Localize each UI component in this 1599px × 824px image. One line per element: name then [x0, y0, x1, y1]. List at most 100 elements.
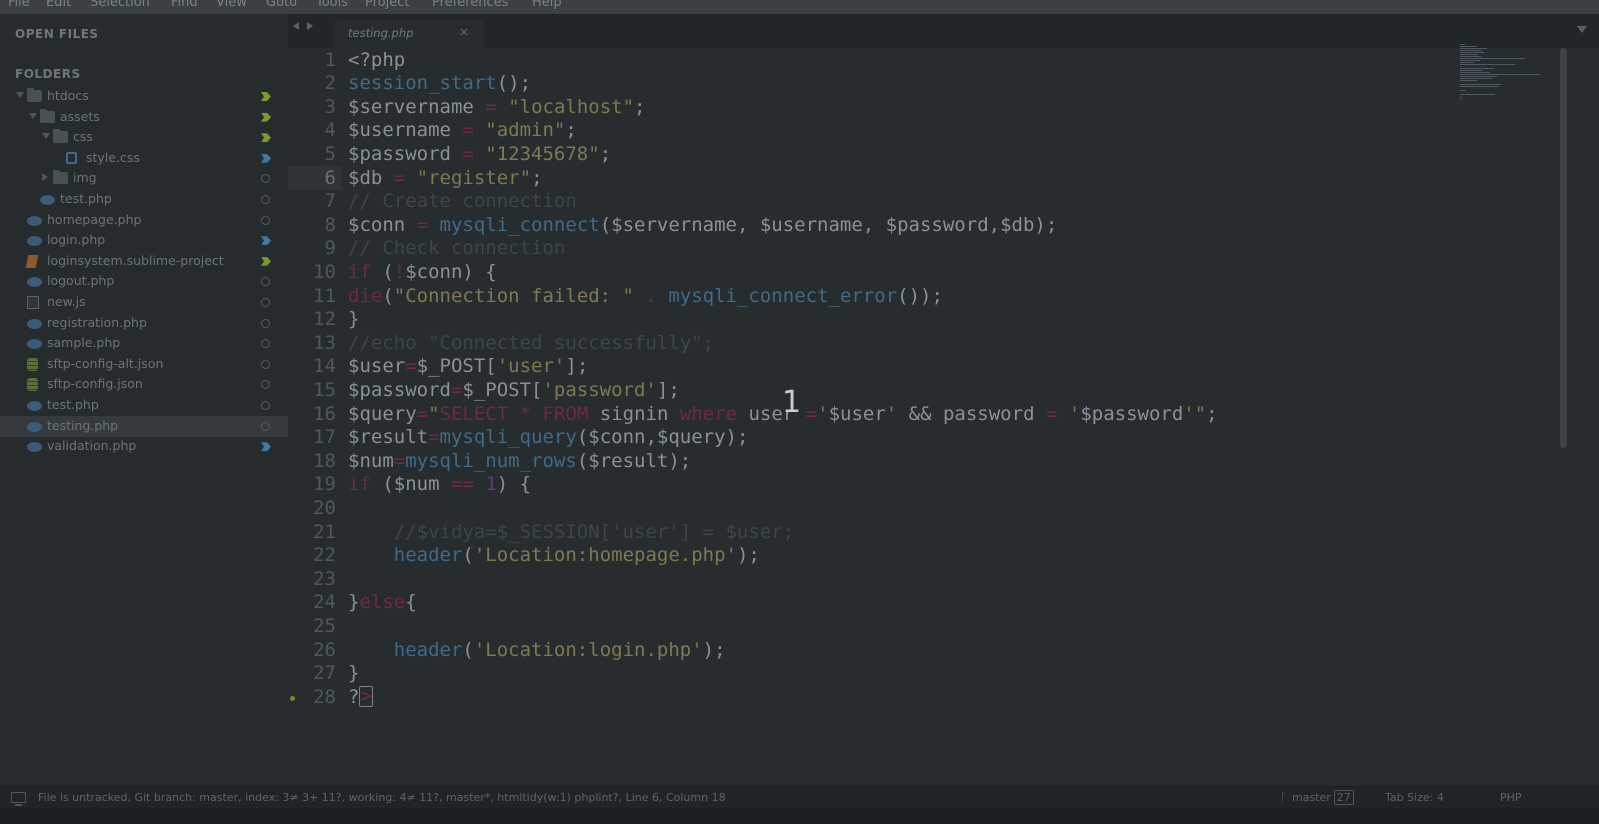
git-status-icon: [261, 401, 270, 410]
line-number[interactable]: 8: [288, 214, 336, 238]
minimap[interactable]: [1457, 44, 1557, 104]
sidebar-item-sftp-config-json[interactable]: sftp-config.json: [0, 374, 288, 395]
sidebar-item-registration-php[interactable]: registration.php: [0, 313, 288, 334]
sidebar-item-assets[interactable]: assets: [0, 107, 288, 128]
line-number[interactable]: 13: [288, 332, 336, 356]
sidebar-item-testing-php[interactable]: testing.php: [0, 415, 288, 437]
line-number[interactable]: 1: [288, 49, 336, 73]
code-line[interactable]: $password = "12345678";: [348, 143, 611, 167]
code-line[interactable]: //echo "Connected successfully";: [348, 332, 714, 356]
code-line[interactable]: $conn = mysqli_connect($servername, $use…: [348, 214, 1057, 238]
line-number[interactable]: 5: [288, 143, 336, 167]
code-line[interactable]: header('Location:login.php');: [348, 639, 726, 663]
sidebar-item-logout-php[interactable]: logout.php: [0, 271, 288, 292]
code-line[interactable]: $result=mysqli_query($conn,$query);: [348, 426, 748, 450]
menu-find[interactable]: Find: [171, 0, 198, 10]
line-number[interactable]: 14: [288, 355, 336, 379]
sidebar-item-test-php[interactable]: test.php: [0, 189, 288, 210]
code-line[interactable]: // Create connection: [348, 190, 577, 214]
tab-nav-left-icon[interactable]: [293, 22, 299, 30]
sidebar-item-validation-php[interactable]: validation.php: [0, 436, 288, 457]
sidebar-item-homepage-php[interactable]: homepage.php: [0, 210, 288, 231]
code-line[interactable]: $password=$_POST['password'];: [348, 379, 680, 403]
menu-tools[interactable]: Tools: [316, 0, 348, 10]
line-number[interactable]: 18: [288, 450, 336, 474]
line-number[interactable]: 10: [288, 261, 336, 285]
line-number[interactable]: 22: [288, 544, 336, 568]
menu-file[interactable]: File: [8, 0, 30, 10]
menu-selection[interactable]: Selection: [90, 0, 150, 10]
code-line[interactable]: $db = "register";: [348, 167, 543, 191]
menu-view[interactable]: View: [216, 0, 247, 10]
sidebar-item-htdocs[interactable]: htdocs: [0, 86, 288, 107]
tab-dropdown-icon[interactable]: [1577, 26, 1587, 33]
code-token: (: [462, 638, 474, 661]
line-number[interactable]: 28: [288, 686, 336, 710]
line-number[interactable]: 24: [288, 591, 336, 615]
code-line[interactable]: header('Location:homepage.php');: [348, 544, 760, 568]
code-token: header: [393, 638, 463, 661]
line-number[interactable]: 7: [288, 190, 336, 214]
syntax-selector[interactable]: PHP: [1500, 791, 1522, 804]
code-line[interactable]: <?php: [348, 49, 405, 73]
code-editor[interactable]: 1 <?php 2 session_start(); 3 $servername = "l…: [288, 48, 1599, 802]
line-number[interactable]: 25: [288, 615, 336, 639]
line-number[interactable]: 23: [288, 568, 336, 592]
line-number[interactable]: 12: [288, 308, 336, 332]
code-line[interactable]: if ($num == 1) {: [348, 473, 531, 497]
tab-testing-php[interactable]: testing.php ×: [335, 20, 484, 48]
code-line[interactable]: $servername = "localhost";: [348, 96, 645, 120]
vertical-scrollbar[interactable]: [1560, 48, 1567, 448]
sidebar-item-style-css[interactable]: style.css: [0, 148, 288, 169]
menu-edit[interactable]: Edit: [46, 0, 71, 10]
code-line[interactable]: $username = "admin";: [348, 119, 577, 143]
panel-toggle-icon[interactable]: [11, 792, 26, 806]
sidebar-item-css[interactable]: css: [0, 127, 288, 148]
tab-close-icon[interactable]: ×: [459, 25, 469, 39]
chevron-right-icon[interactable]: [42, 173, 48, 182]
line-number[interactable]: 3: [288, 96, 336, 120]
git-branch[interactable]: master 27: [1292, 790, 1354, 805]
code-line[interactable]: $num=mysqli_num_rows($result);: [348, 450, 691, 474]
menu-project[interactable]: Project: [365, 0, 409, 10]
code-line[interactable]: //$vidya=$_SESSION['user'] = $user;: [348, 521, 794, 545]
code-line[interactable]: }: [348, 662, 359, 686]
chevron-down-icon[interactable]: [42, 133, 50, 140]
line-number[interactable]: 6: [288, 167, 336, 191]
code-line[interactable]: }: [348, 308, 359, 332]
code-line[interactable]: }else{: [348, 591, 417, 615]
line-number[interactable]: 2: [288, 72, 336, 96]
tab-size[interactable]: Tab Size: 4: [1385, 791, 1444, 804]
sidebar-item-sftp-config-alt-json[interactable]: sftp-config-alt.json: [0, 354, 288, 375]
chevron-down-icon[interactable]: [29, 112, 37, 119]
menu-preferences[interactable]: Preferences: [432, 0, 508, 10]
line-number[interactable]: 11: [288, 285, 336, 309]
code-line[interactable]: if (!$conn) {: [348, 261, 497, 285]
sidebar-item-img[interactable]: img: [0, 168, 288, 189]
line-number[interactable]: 26: [288, 639, 336, 663]
line-number[interactable]: 9: [288, 237, 336, 261]
sidebar-item-sample-php[interactable]: sample.php: [0, 333, 288, 354]
line-number[interactable]: 21: [288, 521, 336, 545]
code-line[interactable]: ?>: [348, 685, 373, 710]
sidebar-item-loginsystem-sublime-project[interactable]: loginsystem.sublime-project: [0, 251, 288, 272]
code-line[interactable]: session_start();: [348, 72, 531, 96]
code-line[interactable]: die("Connection failed: " . mysqli_conne…: [348, 285, 943, 309]
line-number[interactable]: 16: [288, 403, 336, 427]
menu-help[interactable]: Help: [532, 0, 562, 10]
sidebar-item-new-js[interactable]: new.js: [0, 292, 288, 313]
code-line[interactable]: $user=$_POST['user'];: [348, 355, 588, 379]
sidebar-item-login-php[interactable]: login.php: [0, 230, 288, 251]
line-number[interactable]: 17: [288, 426, 336, 450]
line-number[interactable]: 15: [288, 379, 336, 403]
sidebar-item-test-php[interactable]: test.php: [0, 395, 288, 416]
line-number[interactable]: 19: [288, 473, 336, 497]
chevron-down-icon[interactable]: [16, 92, 24, 98]
tab-nav-right-icon[interactable]: [307, 22, 313, 30]
line-number[interactable]: 20: [288, 497, 336, 521]
code-line[interactable]: // Check connection: [348, 237, 565, 261]
menu-goto[interactable]: Goto: [266, 0, 297, 10]
line-number[interactable]: 4: [288, 119, 336, 143]
line-number[interactable]: 27: [288, 662, 336, 686]
